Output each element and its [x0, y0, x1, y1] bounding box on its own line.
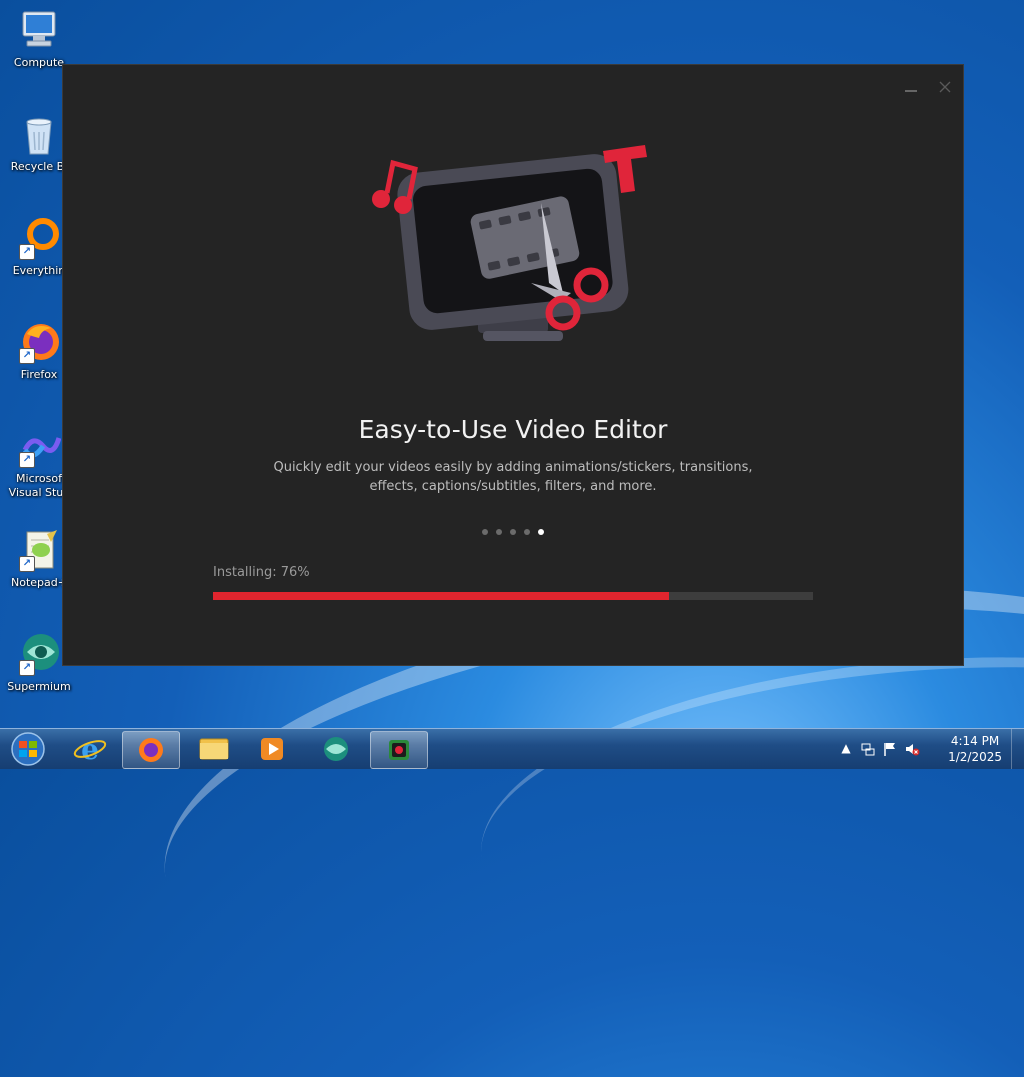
shortcut-arrow-icon: ↗: [19, 244, 35, 260]
install-status-text: Installing: 76%: [213, 565, 310, 580]
network-icon[interactable]: [860, 741, 876, 757]
media-player-icon[interactable]: [244, 731, 300, 767]
recycle-bin-icon: [17, 112, 61, 156]
visual-studio-icon: ↗: [17, 424, 62, 468]
installer-window: Easy-to-Use Video Editor Quickly edit yo…: [62, 64, 964, 666]
notepad-plus-plus-icon: ↗: [17, 528, 61, 572]
computer-icon: [17, 8, 61, 52]
desktop-icon-label: Supermium: [7, 680, 71, 693]
video-editor-illustration: [363, 143, 663, 363]
clock-time: 4:14 PM: [950, 734, 1000, 748]
carousel-dot[interactable]: [524, 529, 530, 535]
installer-headline: Easy-to-Use Video Editor: [358, 415, 668, 444]
installer-app-icon[interactable]: [370, 731, 428, 769]
taskbar: e ▲ 4:14 PM 1/2/2025: [0, 728, 1024, 769]
shortcut-arrow-icon: ↗: [19, 556, 35, 572]
taskbar-clock[interactable]: 4:14 PM 1/2/2025: [948, 733, 1002, 765]
carousel-dot[interactable]: [510, 529, 516, 535]
file-explorer-icon[interactable]: [186, 731, 242, 767]
carousel-dot[interactable]: [482, 529, 488, 535]
action-center-flag-icon[interactable]: [882, 741, 898, 757]
clock-date: 1/2/2025: [948, 750, 1002, 764]
close-icon[interactable]: [933, 75, 957, 99]
supermium-icon[interactable]: [308, 731, 364, 767]
system-tray: ▲ 4:14 PM 1/2/2025: [834, 729, 1024, 769]
everything-icon: ↗: [17, 216, 61, 260]
firefox-icon: ↗: [17, 320, 61, 364]
firefox-icon[interactable]: [122, 731, 180, 769]
svg-text:e: e: [81, 733, 99, 766]
windows-start-icon[interactable]: [4, 731, 52, 767]
carousel-indicator: [63, 529, 963, 535]
installer-description: Quickly edit your videos easily by addin…: [273, 460, 753, 494]
install-progress-bar: [213, 592, 813, 600]
carousel-dot[interactable]: [496, 529, 502, 535]
show-hidden-icons-icon[interactable]: ▲: [838, 741, 854, 757]
desktop-icon-computer[interactable]: Compute: [0, 8, 78, 70]
show-desktop-button[interactable]: [1011, 729, 1024, 769]
carousel-dot-active[interactable]: [538, 529, 544, 535]
shortcut-arrow-icon: ↗: [19, 348, 35, 364]
install-progress-fill: [213, 592, 669, 600]
shortcut-arrow-icon: ↗: [19, 660, 35, 676]
supermium-icon: ↗: [17, 632, 61, 676]
volume-muted-icon[interactable]: [904, 741, 920, 757]
shortcut-arrow-icon: ↗: [19, 452, 35, 468]
internet-explorer-icon[interactable]: e: [62, 731, 118, 767]
minimize-icon[interactable]: [899, 75, 923, 99]
